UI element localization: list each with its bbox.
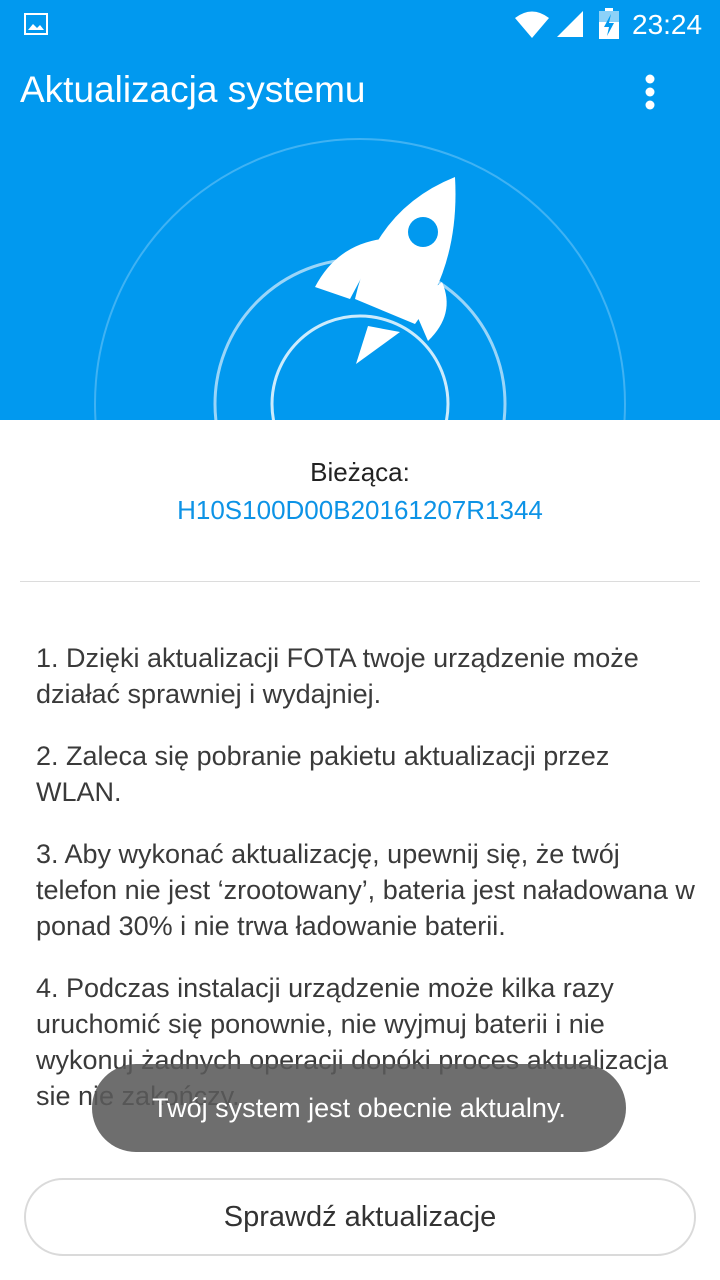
hero-graphic	[94, 138, 626, 420]
check-updates-button[interactable]: Sprawdź aktualizacje	[24, 1178, 696, 1256]
current-version-label: Bieżąca:	[310, 457, 410, 487]
rocket-icon	[315, 177, 456, 364]
toast-message: Twój system jest obecnie aktualny.	[92, 1064, 626, 1152]
divider	[20, 581, 700, 582]
image-notification-icon	[24, 13, 48, 35]
more-vert-icon[interactable]	[630, 70, 670, 114]
page-title: Aktualizacja systemu	[20, 69, 366, 110]
wifi-icon	[515, 11, 549, 38]
cell-signal-icon	[557, 11, 583, 37]
current-version-section: Bieżąca: H10S100D00B20161207R1344	[0, 456, 720, 526]
note-2: 2. Zaleca się pobranie pakietu aktualiza…	[36, 741, 610, 807]
note-1: 1. Dzięki aktualizacji FOTA twoje urządz…	[36, 643, 639, 709]
battery-charging-icon	[599, 8, 619, 39]
status-time: 23:24	[632, 9, 703, 40]
app-bar: Aktualizacja systemu	[0, 50, 720, 114]
current-version-value: H10S100D00B20161207R1344	[177, 495, 543, 525]
note-3: 3. Aby wykonać aktualizację, upewnij się…	[36, 839, 695, 941]
status-bar: 23:24	[0, 0, 720, 50]
hero-banner	[0, 114, 720, 420]
